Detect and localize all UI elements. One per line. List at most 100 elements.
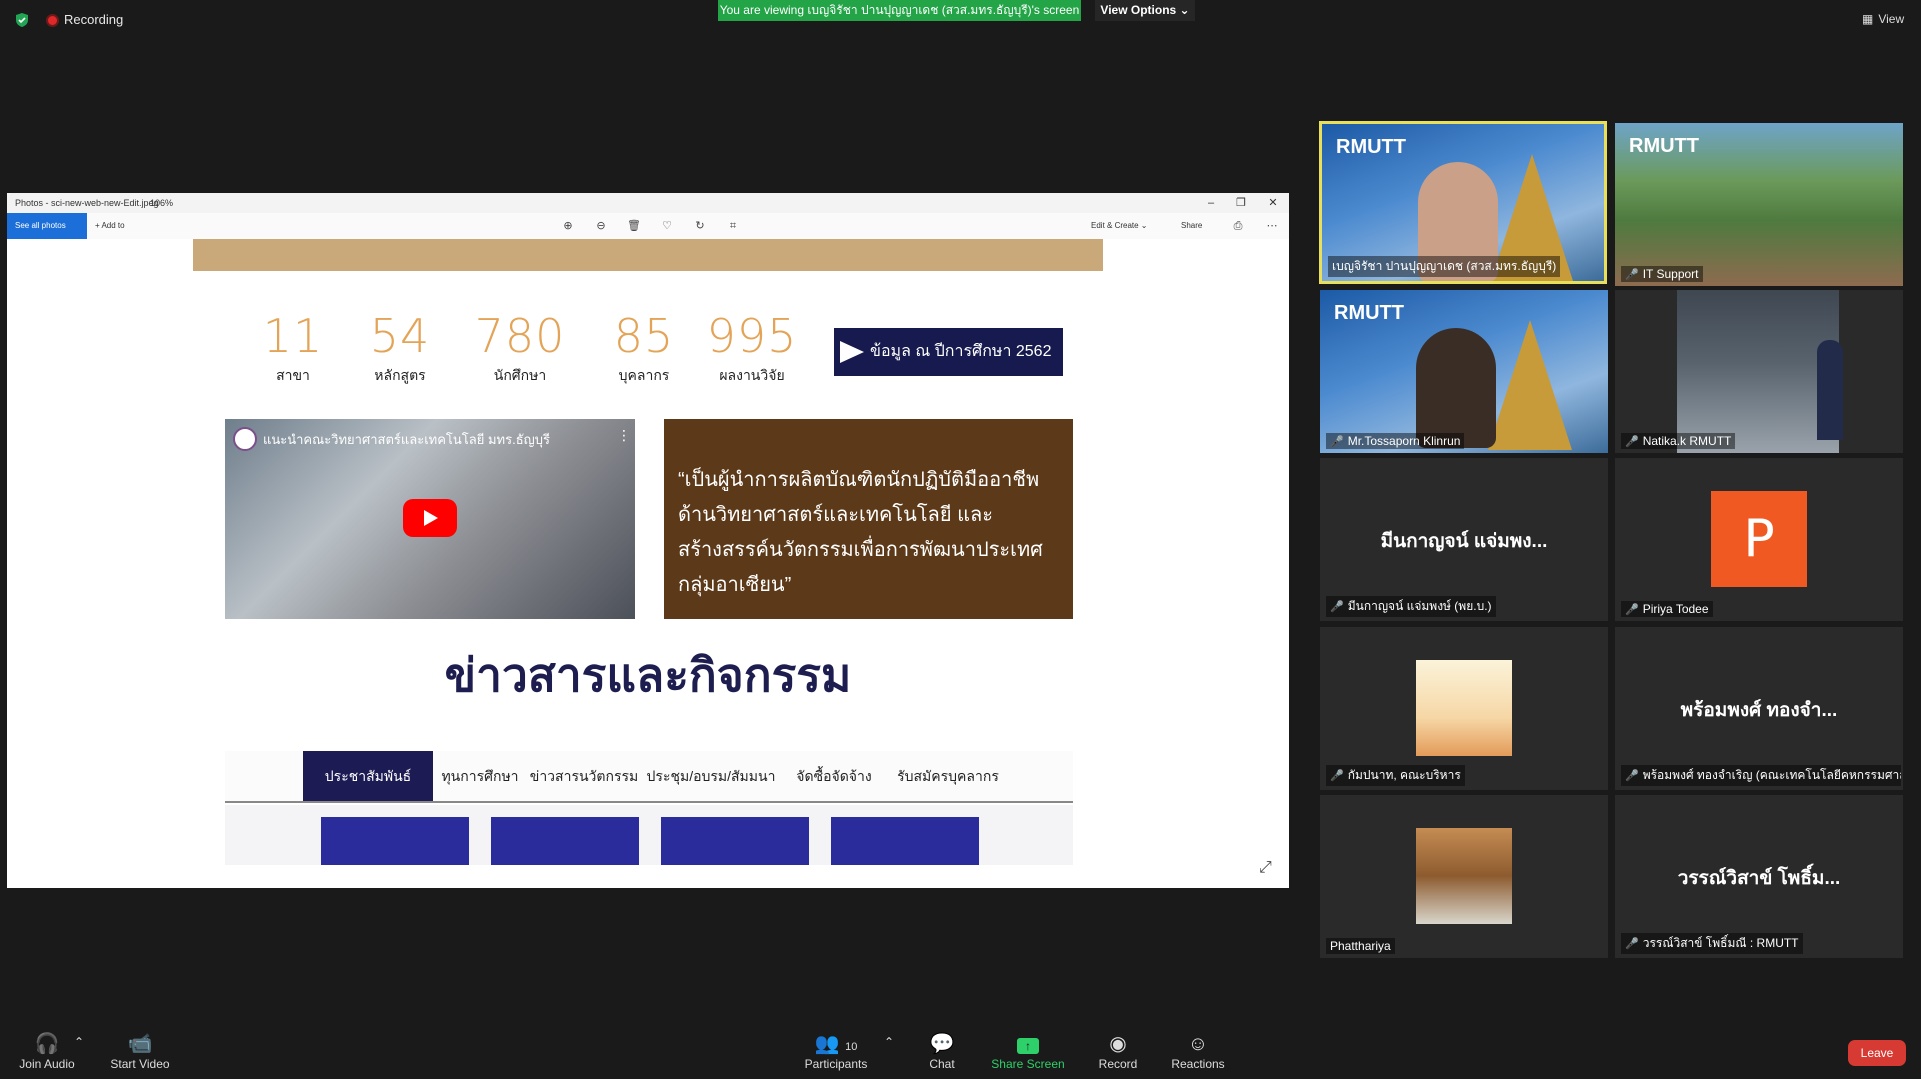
participant-name: 🎤 วรรณ์วิสาข์ โพธิ์มณี : RMUTT: [1621, 933, 1803, 954]
tab-meetings: ประชุม/อบรม/สัมมนา: [646, 768, 776, 784]
stat-programs: 54 หลักสูตร: [345, 309, 455, 387]
rmutt-logo: RMUTT: [1334, 302, 1404, 324]
stat-research: 995 ผลงานวิจัย: [697, 309, 807, 387]
record-button[interactable]: ◉ Record: [1094, 1031, 1142, 1071]
start-video-button[interactable]: 📹 Start Video: [106, 1031, 174, 1071]
participant-tile[interactable]: 🎤 กัมปนาท, คณะบริหาร: [1320, 627, 1608, 790]
restore-icon[interactable]: ❐: [1229, 195, 1253, 211]
security-shield-icon[interactable]: [14, 12, 30, 28]
stat-label: หลักสูตร: [374, 367, 426, 383]
share-screen-button[interactable]: ↑ Share Screen: [990, 1031, 1066, 1071]
crop-icon[interactable]: ⌗: [726, 219, 740, 233]
participant-tile[interactable]: P 🎤 Piriya Todee: [1615, 458, 1903, 621]
participant-display-name: มีนกาญจน์ แจ่มพง...: [1380, 531, 1548, 552]
grid-icon: ▦: [1862, 12, 1874, 26]
news-cards: [225, 805, 1073, 865]
join-audio-button[interactable]: 🎧 Join Audio: [16, 1031, 78, 1071]
stat-number: 11: [262, 309, 324, 363]
news-card: [321, 817, 469, 865]
expand-icon[interactable]: ⤢: [1259, 859, 1272, 877]
video-off-icon: 📹: [127, 1033, 153, 1055]
favorite-icon[interactable]: ♡: [660, 219, 674, 233]
add-to-button[interactable]: + Add to: [95, 221, 125, 230]
participants-button[interactable]: 👥 10 Participants: [800, 1031, 872, 1071]
microphone-muted-icon: 🎤: [1625, 603, 1639, 616]
chat-button[interactable]: 💬 Chat: [920, 1031, 964, 1071]
vision-statement: “เป็นผู้นำการผลิตบัณฑิตนักปฏิบัติมืออาชี…: [664, 419, 1073, 619]
video-header: แนะนำคณะวิทยาศาสตร์และเทคโนโลยี มทร.ธัญบ…: [233, 427, 623, 451]
audio-options-chevron-icon[interactable]: ⌃: [72, 1035, 86, 1049]
share-button[interactable]: Share: [1181, 221, 1202, 230]
tab-scholarships: ทุนการศึกษา: [441, 768, 519, 784]
participant-tile[interactable]: RMUTT 🎤 IT Support: [1615, 123, 1903, 286]
participant-tile[interactable]: RMUTT เบญจิรัชา ปานปุญญาเดช (สวส.มทร.ธัญ…: [1319, 121, 1607, 284]
stat-number: 780: [474, 309, 566, 363]
participant-avatar: P: [1711, 491, 1807, 587]
participant-video: [1416, 328, 1496, 448]
stat-staff: 85 บุคลากร: [589, 309, 699, 387]
close-icon[interactable]: ✕: [1261, 195, 1285, 211]
arrow-right-icon: [840, 341, 864, 363]
see-all-photos-button[interactable]: See all photos: [7, 213, 87, 239]
webpage-image: 11 สาขา 54 หลักสูตร 780 นักศึกษา 85 บุคล…: [7, 239, 1289, 888]
stat-students: 780 นักศึกษา: [465, 309, 575, 387]
participant-tile[interactable]: วรรณ์วิสาข์ โพธิ์ม... 🎤 วรรณ์วิสาข์ โพธิ…: [1615, 795, 1903, 958]
participant-tile[interactable]: Phatthariya: [1320, 795, 1608, 958]
participant-tile[interactable]: มีนกาญจน์ แจ่มพง... 🎤 มีนกาญจน์ แจ่มพงษ์…: [1320, 458, 1608, 621]
window-title: Photos - sci-new-web-new-Edit.jpeg: [15, 198, 159, 208]
zoom-in-icon[interactable]: ⊕: [561, 219, 575, 233]
recording-label: Recording: [64, 12, 124, 27]
rotate-icon[interactable]: ↻: [693, 219, 707, 233]
print-icon[interactable]: ⎙: [1231, 219, 1245, 233]
participants-options-chevron-icon[interactable]: ⌃: [882, 1035, 896, 1049]
reactions-icon: ☺: [1187, 1033, 1209, 1055]
stat-number: 54: [369, 309, 431, 363]
view-layout-button[interactable]: ▦ View: [1862, 12, 1904, 26]
participants-icon: 👥 10: [814, 1033, 858, 1055]
news-heading: ข่าวสารและกิจกรรม: [444, 649, 852, 701]
data-year-badge: ข้อมูล ณ ปีการศึกษา 2562: [834, 328, 1063, 376]
screen-share-banner: You are viewing เบญจิรัชา ปานปุญญาเดช (ส…: [718, 0, 1081, 21]
participant-tile[interactable]: 🎤 Natika.k RMUTT: [1615, 290, 1903, 453]
participant-avatar: [1416, 660, 1512, 756]
tab-recruitment: รับสมัครบุคลากร: [897, 768, 999, 784]
photos-toolbar: See all photos + Add to ⊕ ⊖ 🗑 ♡ ↻ ⌗ Edit…: [7, 213, 1289, 239]
delete-icon[interactable]: 🗑: [627, 219, 641, 233]
chat-icon: 💬: [929, 1033, 955, 1055]
recording-indicator-icon: [46, 14, 59, 27]
stat-number: 85: [613, 309, 675, 363]
tab-procurement: จัดซื้อจัดจ้าง: [796, 768, 872, 784]
window-title-bar: Photos - sci-new-web-new-Edit.jpeg 106% …: [7, 193, 1289, 213]
leave-button[interactable]: Leave: [1848, 1040, 1906, 1066]
rmutt-logo: RMUTT: [1629, 135, 1699, 157]
stat-label: บุคลากร: [618, 367, 670, 383]
participant-tile[interactable]: RMUTT 🎤 Mr.Tossaporn Klinrun: [1320, 290, 1608, 453]
background-tower: [1488, 320, 1572, 450]
person-figure: [1817, 340, 1843, 440]
meeting-controls-bar: 🎧 Join Audio ⌃ 📹 Start Video 👥 10 Partic…: [0, 1019, 1921, 1079]
view-options-button[interactable]: View Options ⌄: [1095, 0, 1195, 21]
news-card: [831, 817, 979, 865]
stat-label: ผลงานวิจัย: [719, 367, 785, 383]
news-card: [661, 817, 809, 865]
participant-name: Phatthariya: [1326, 938, 1395, 954]
minimize-icon[interactable]: –: [1199, 195, 1223, 211]
participant-tile[interactable]: พร้อมพงศ์ ทองจำ... 🎤 พร้อมพงศ์ ทองจำเริญ…: [1615, 627, 1903, 790]
microphone-muted-icon: 🎤: [1625, 268, 1639, 281]
participant-avatar: [1416, 828, 1512, 924]
rmutt-logo: RMUTT: [1336, 136, 1406, 158]
stat-label: นักศึกษา: [493, 367, 547, 383]
more-options-icon[interactable]: ⋯: [1265, 219, 1279, 233]
participant-name: 🎤 กัมปนาท, คณะบริหาร: [1326, 765, 1465, 786]
window-zoom-level: 106%: [150, 198, 174, 208]
participant-name: 🎤 Mr.Tossaporn Klinrun: [1326, 433, 1465, 449]
microphone-muted-icon: 🎤: [1330, 435, 1344, 448]
zoom-out-icon[interactable]: ⊖: [594, 219, 608, 233]
participant-name: 🎤 IT Support: [1621, 266, 1703, 282]
edit-create-button[interactable]: Edit & Create ⌄: [1091, 221, 1148, 230]
reactions-button[interactable]: ☺ Reactions: [1166, 1031, 1230, 1071]
record-icon: ◉: [1109, 1033, 1127, 1055]
microphone-muted-icon: 🎤: [1330, 601, 1344, 613]
participant-photo: [1677, 290, 1843, 453]
news-tabs: ประชาสัมพันธ์ ทุนการศึกษา ข่าวสารนวัตกรร…: [225, 751, 1073, 803]
